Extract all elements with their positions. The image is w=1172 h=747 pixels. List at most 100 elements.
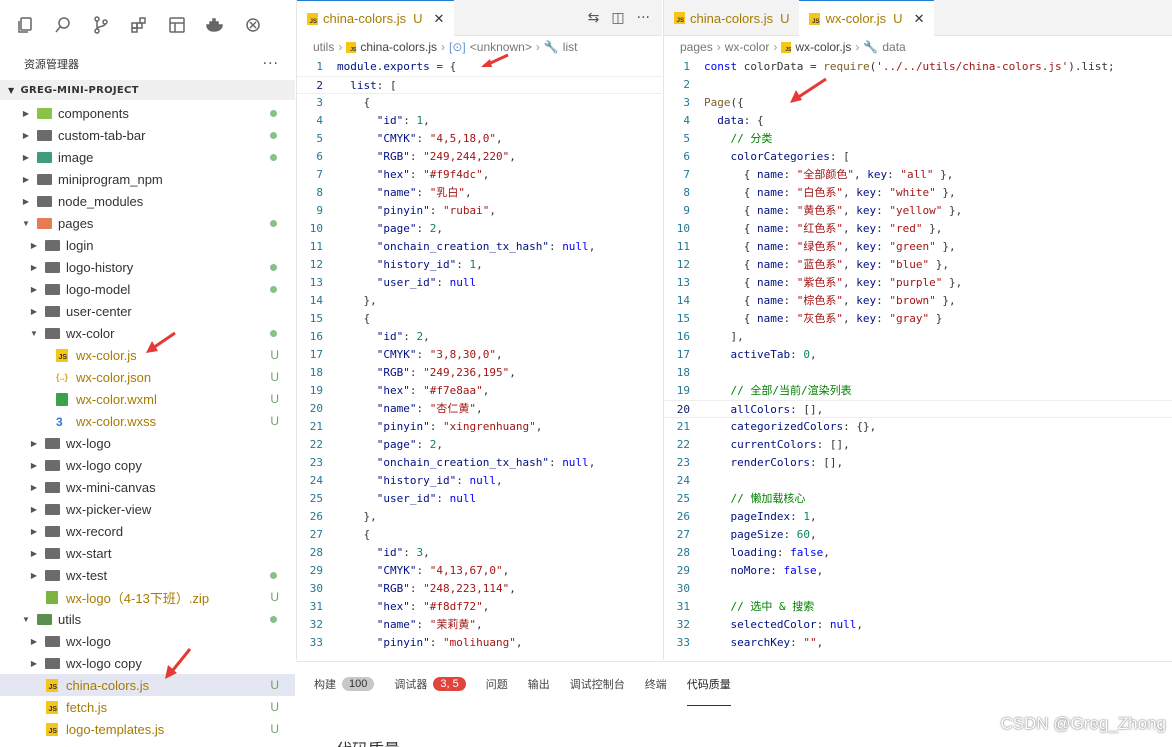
code-line[interactable]: 30 "RGB": "248,223,114",: [297, 580, 662, 598]
code-line[interactable]: 16 "id": 2,: [297, 328, 662, 346]
code-line[interactable]: 14 { name: "棕色系", key: "brown" },: [664, 292, 1172, 310]
tree-item-node-modules[interactable]: ▶ node_modules: [0, 190, 295, 212]
code-editor-right[interactable]: 1 const colorData = require('../../utils/…: [664, 58, 1172, 652]
tree-item-pages[interactable]: ▼ pages: [0, 212, 295, 234]
code-line[interactable]: 19 // 全部/当前/渲染列表: [664, 382, 1172, 400]
tree-item-custom-tab-bar[interactable]: ▶ custom-tab-bar: [0, 124, 295, 146]
panel-tab[interactable]: 输出: [528, 662, 550, 706]
code-line[interactable]: 5 "CMYK": "4,5,18,0",: [297, 130, 662, 148]
plugin-icon[interactable]: [242, 14, 264, 36]
code-line[interactable]: 21 "pinyin": "xingrenhuang",: [297, 418, 662, 436]
tree-item-image[interactable]: ▶ image: [0, 146, 295, 168]
tree-item-miniprogram-npm[interactable]: ▶ miniprogram_npm: [0, 168, 295, 190]
code-line[interactable]: 29 "CMYK": "4,13,67,0",: [297, 562, 662, 580]
code-line[interactable]: 26 pageIndex: 1,: [664, 508, 1172, 526]
code-line[interactable]: 7 "hex": "#f9f4dc",: [297, 166, 662, 184]
code-line[interactable]: 18: [664, 364, 1172, 382]
code-line[interactable]: 4 data: {: [664, 112, 1172, 130]
code-line[interactable]: 29 noMore: false,: [664, 562, 1172, 580]
compare-changes-icon[interactable]: ⇆: [588, 10, 600, 26]
tab-china-colors-js-inactive[interactable]: JS china-colors.js U: [664, 0, 799, 36]
tree-item-utils[interactable]: ▼ utils: [0, 608, 295, 630]
code-line[interactable]: 8 "name": "乳白",: [297, 184, 662, 202]
code-line[interactable]: 33 "pinyin": "molihuang",: [297, 634, 662, 652]
code-line[interactable]: 23 renderColors: [],: [664, 454, 1172, 472]
code-line[interactable]: 33 searchKey: "",: [664, 634, 1172, 652]
code-line[interactable]: 5 // 分类: [664, 130, 1172, 148]
tree-item-logo-templates-js[interactable]: JS logo-templates.js U: [0, 718, 295, 740]
code-line[interactable]: 18 "RGB": "249,236,195",: [297, 364, 662, 382]
tab-wx-color-js[interactable]: JS wx-color.js U ✕: [799, 0, 935, 36]
code-line[interactable]: 6 "RGB": "249,244,220",: [297, 148, 662, 166]
code-line[interactable]: 9 { name: "黄色系", key: "yellow" },: [664, 202, 1172, 220]
more-actions-icon[interactable]: ···: [637, 10, 650, 26]
project-root[interactable]: ▼ GREG-MINI-PROJECT: [0, 80, 295, 100]
tree-item-wx-logo-zip[interactable]: wx-logo（4-13下班）.zip U: [0, 586, 295, 608]
breadcrumb-item[interactable]: utils: [313, 40, 334, 54]
code-line[interactable]: 24: [664, 472, 1172, 490]
code-line[interactable]: 25 // 懒加载核心: [664, 490, 1172, 508]
code-line[interactable]: 8 { name: "白色系", key: "white" },: [664, 184, 1172, 202]
breadcrumb-item[interactable]: data: [882, 40, 905, 54]
code-line[interactable]: 19 "hex": "#f7e8aa",: [297, 382, 662, 400]
panel-tab[interactable]: 调试控制台: [570, 662, 625, 706]
code-line[interactable]: 22 "page": 2,: [297, 436, 662, 454]
code-line[interactable]: 13 { name: "紫色系", key: "purple" },: [664, 274, 1172, 292]
code-line[interactable]: 15 {: [297, 310, 662, 328]
code-line[interactable]: 10 "page": 2,: [297, 220, 662, 238]
code-line[interactable]: 32 "name": "茉莉黄",: [297, 616, 662, 634]
code-line[interactable]: 1 const colorData = require('../../utils/…: [664, 58, 1172, 76]
tree-item-wx-picker-view[interactable]: ▶ wx-picker-view: [0, 498, 295, 520]
code-line[interactable]: 9 "pinyin": "rubai",: [297, 202, 662, 220]
tree-item-wx-color-wxml[interactable]: wx-color.wxml U: [0, 388, 295, 410]
tree-item-logo-model[interactable]: ▶ logo-model: [0, 278, 295, 300]
code-line[interactable]: 27 pageSize: 60,: [664, 526, 1172, 544]
more-actions-icon[interactable]: ···: [263, 56, 279, 72]
code-line[interactable]: 7 { name: "全部颜色", key: "all" },: [664, 166, 1172, 184]
code-line[interactable]: 28 "id": 3,: [297, 544, 662, 562]
tree-item-wx-logo-copy[interactable]: ▶ wx-logo copy: [0, 454, 295, 476]
code-line[interactable]: 12 "history_id": 1,: [297, 256, 662, 274]
source-control-icon[interactable]: [90, 14, 112, 36]
tree-item-wx-mini-canvas[interactable]: ▶ wx-mini-canvas: [0, 476, 295, 498]
code-line[interactable]: 13 "user_id": null: [297, 274, 662, 292]
close-icon[interactable]: ✕: [433, 11, 444, 27]
tab-china-colors-js[interactable]: JS china-colors.js U ✕: [297, 0, 455, 36]
code-line[interactable]: 14 },: [297, 292, 662, 310]
code-line[interactable]: 22 currentColors: [],: [664, 436, 1172, 454]
code-line[interactable]: 23 "onchain_creation_tx_hash": null,: [297, 454, 662, 472]
code-line[interactable]: 3 Page({: [664, 94, 1172, 112]
tree-item-china-colors-js[interactable]: JS china-colors.js U: [0, 674, 295, 696]
tree-item-components[interactable]: ▶ components: [0, 102, 295, 124]
code-line[interactable]: 21 categorizedColors: {},: [664, 418, 1172, 436]
panel-tab[interactable]: 终端: [645, 662, 667, 706]
search-icon[interactable]: [52, 14, 74, 36]
code-line[interactable]: 16 ],: [664, 328, 1172, 346]
breadcrumb-item[interactable]: wx-color: [725, 40, 770, 54]
code-line[interactable]: 27 {: [297, 526, 662, 544]
breadcrumb-item[interactable]: list: [563, 40, 578, 54]
code-line[interactable]: 20 allColors: [],: [664, 400, 1172, 418]
tree-item-fetch-js[interactable]: JS fetch.js U: [0, 696, 295, 718]
breadcrumb-item[interactable]: pages: [680, 40, 713, 54]
code-line[interactable]: 26 },: [297, 508, 662, 526]
panel-tab[interactable]: 调试器 3, 5: [394, 662, 466, 706]
tree-item-wx-test[interactable]: ▶ wx-test: [0, 564, 295, 586]
code-line[interactable]: 30: [664, 580, 1172, 598]
code-line[interactable]: 17 "CMYK": "3,8,30,0",: [297, 346, 662, 364]
panel-tab[interactable]: 代码质量: [686, 662, 731, 706]
tree-item-wx-logo[interactable]: ▶ wx-logo: [0, 432, 295, 454]
code-line[interactable]: 31 "hex": "#f8df72",: [297, 598, 662, 616]
code-line[interactable]: 2: [664, 76, 1172, 94]
code-line[interactable]: 10 { name: "红色系", key: "red" },: [664, 220, 1172, 238]
breadcrumb-item[interactable]: china-colors.js: [360, 40, 437, 54]
tree-item-utils-wx-logo[interactable]: ▶ wx-logo: [0, 630, 295, 652]
tree-item-wx-record[interactable]: ▶ wx-record: [0, 520, 295, 542]
split-editor-icon[interactable]: ◫: [611, 10, 624, 26]
code-line[interactable]: 4 "id": 1,: [297, 112, 662, 130]
code-line[interactable]: 32 selectedColor: null,: [664, 616, 1172, 634]
code-line[interactable]: 3 {: [297, 94, 662, 112]
code-line[interactable]: 15 { name: "灰色系", key: "gray" }: [664, 310, 1172, 328]
close-icon[interactable]: ✕: [914, 11, 925, 27]
tree-item-user-center[interactable]: ▶ user-center: [0, 300, 295, 322]
